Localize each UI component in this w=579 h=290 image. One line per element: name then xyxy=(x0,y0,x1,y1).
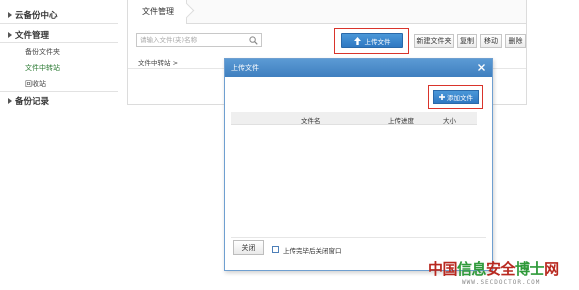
auto-close-label: 上传完毕后关闭窗口 xyxy=(283,247,342,255)
watermark-text: 信息 xyxy=(457,260,487,278)
sidebar-divider xyxy=(0,23,118,24)
sidebar-divider xyxy=(0,42,118,43)
sidebar-section-cloud-backup[interactable]: 云备份中心 xyxy=(8,9,58,21)
new-folder-button[interactable]: 新建文件夹 xyxy=(414,34,454,48)
divider xyxy=(231,237,486,238)
sidebar: 云备份中心 文件管理 备份文件夹 文件中转站 回收站 备份记录 xyxy=(0,0,118,290)
file-table-body xyxy=(231,125,477,237)
sidebar-section-label: 备份记录 xyxy=(15,97,50,107)
tab-bar: 文件管理 xyxy=(128,0,526,24)
column-header-size[interactable]: 大小 xyxy=(443,115,456,125)
watermark-url: WWW.SECDOCTOR.COM xyxy=(462,279,541,286)
plus-icon xyxy=(439,94,445,100)
watermark-text: 博士 xyxy=(515,260,545,278)
dialog-titlebar[interactable]: 上传文件 xyxy=(225,59,492,77)
column-header-filename[interactable]: 文件名 xyxy=(301,115,321,125)
sidebar-section-label: 云备份中心 xyxy=(15,11,58,21)
add-file-button[interactable]: 添加文件 xyxy=(433,90,479,104)
watermark-text: 网 xyxy=(544,260,559,278)
sidebar-section-backup-records[interactable]: 备份记录 xyxy=(8,95,49,107)
copy-button[interactable]: 复制 xyxy=(457,34,477,48)
delete-button[interactable]: 删除 xyxy=(505,34,526,48)
tab-file-management[interactable]: 文件管理 xyxy=(128,0,187,24)
caret-right-icon xyxy=(8,32,12,38)
close-icon[interactable] xyxy=(477,63,486,72)
file-table-header: 文件名 上传进度 大小 xyxy=(231,112,477,125)
upload-file-label: 上传文件 xyxy=(364,37,391,46)
sidebar-section-file-management[interactable]: 文件管理 xyxy=(8,29,49,41)
move-button[interactable]: 移动 xyxy=(480,34,502,48)
watermark-text: 安全 xyxy=(486,260,516,278)
watermark-text: 中国 xyxy=(428,260,458,278)
arrow-up-icon xyxy=(353,36,361,45)
auto-close-checkbox[interactable] xyxy=(272,246,279,253)
search-icon[interactable] xyxy=(249,36,258,45)
upload-file-button[interactable]: 上传文件 xyxy=(341,33,403,48)
close-dialog-button[interactable]: 关闭 xyxy=(233,240,264,255)
search-box xyxy=(136,33,262,47)
caret-right-icon xyxy=(8,12,12,18)
watermark-logo: 中国信息安全博士网 xyxy=(428,258,559,279)
sidebar-section-label: 文件管理 xyxy=(15,31,50,41)
sidebar-divider xyxy=(0,91,118,92)
column-header-progress[interactable]: 上传进度 xyxy=(388,115,414,125)
sidebar-item-backup-folder[interactable]: 备份文件夹 xyxy=(25,47,60,57)
add-file-label: 添加文件 xyxy=(447,94,473,102)
breadcrumb[interactable]: 文件中转站 > xyxy=(138,57,178,67)
caret-right-icon xyxy=(8,98,12,104)
sidebar-item-transfer-station[interactable]: 文件中转站 xyxy=(25,63,60,73)
sidebar-item-recycle-bin[interactable]: 回收站 xyxy=(25,79,46,89)
search-input[interactable] xyxy=(137,34,245,46)
dialog-title: 上传文件 xyxy=(231,64,259,72)
upload-dialog: 上传文件 添加文件 文件名 上传进度 大小 关闭 上传完毕后关闭窗口 xyxy=(224,58,493,271)
